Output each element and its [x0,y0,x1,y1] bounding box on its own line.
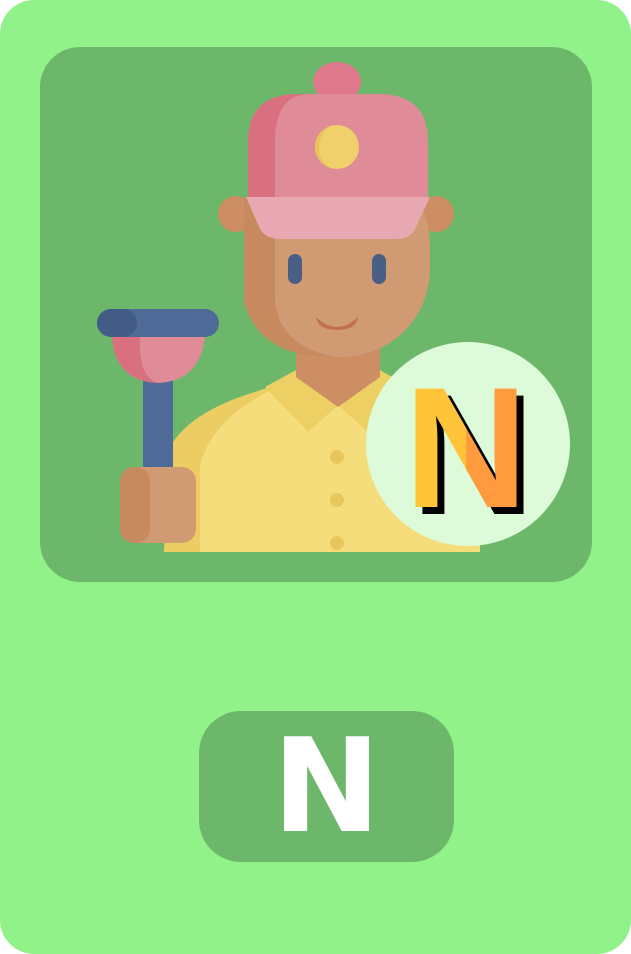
badge-letter: N [404,352,528,544]
letter-badge: N N [366,342,570,546]
letter-label: N [199,711,454,862]
flashcard: N N N [0,0,631,954]
illustration-panel: N N [40,47,592,582]
badge-letter-graphic: N N [404,352,535,546]
letter-label-text: N [272,710,381,862]
